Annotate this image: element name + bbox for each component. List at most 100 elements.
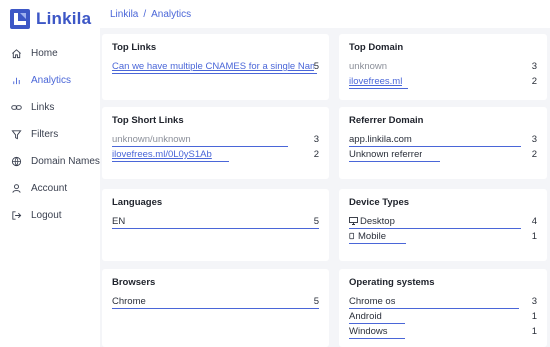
top-domain-card: Top Domain unknown 3 ilovefrees.ml 2: [339, 34, 547, 100]
user-icon: [10, 183, 22, 195]
sidebar-item-label: Filters: [31, 129, 59, 140]
list-item: Android 1: [349, 309, 537, 324]
row-label[interactable]: Can we have multiple CNAMES for a single…: [112, 61, 314, 72]
row-value: 5: [313, 216, 319, 227]
row-share-bar: [112, 307, 319, 309]
card-title: Operating systems: [349, 277, 435, 288]
list-item: Can we have multiple CNAMES for a single…: [112, 59, 319, 74]
desktop-icon: [349, 217, 358, 225]
row-value: 3: [313, 134, 319, 145]
operating-systems-card: Operating systems Chrome os 3 Android 1 …: [339, 269, 547, 347]
sidebar-nav: Home Analytics Links Filters Domain Name…: [0, 40, 100, 229]
sidebar-item-home[interactable]: Home: [0, 40, 100, 67]
card-title: Top Short Links: [112, 115, 184, 126]
top-links-card: Top Links Can we have multiple CNAMES fo…: [102, 34, 329, 100]
row-value: 1: [531, 311, 537, 322]
app-name: Linkila: [36, 9, 92, 28]
sidebar-item-label: Links: [31, 102, 55, 113]
list-item: unknown/unknown 3: [112, 132, 319, 147]
list-item: app.linkila.com 3: [349, 132, 537, 147]
row-share-bar: [112, 227, 319, 229]
list-item: unknown 3: [349, 59, 537, 74]
list-item: Unknown referrer 2: [349, 147, 537, 162]
row-value: 2: [313, 149, 319, 160]
row-label: Desktop: [349, 216, 395, 227]
device-label: Desktop: [360, 216, 395, 227]
breadcrumb-separator: /: [143, 8, 147, 20]
row-value: 5: [313, 296, 319, 307]
row-value: 3: [531, 296, 537, 307]
list-item: Chrome 5: [112, 294, 319, 309]
row-label[interactable]: ilovefrees.ml/0L0yS1Ab: [112, 149, 212, 160]
breadcrumb: Linkila / Analytics: [100, 0, 550, 28]
list-item: ilovefrees.ml/0L0yS1Ab 2: [112, 147, 319, 162]
card-title: Top Links: [112, 42, 157, 53]
row-label: unknown: [349, 61, 388, 72]
referrer-domain-card: Referrer Domain app.linkila.com 3 Unknow…: [339, 107, 547, 179]
top-short-links-card: Top Short Links unknown/unknown 3 ilovef…: [102, 107, 329, 179]
sidebar-item-label: Domain Names: [31, 156, 100, 167]
brand-logo[interactable]: Linkila: [10, 6, 91, 32]
row-value: 3: [531, 134, 537, 145]
row-share-bar: [112, 72, 317, 74]
list-item: Chrome os 3: [349, 294, 537, 309]
row-value: 5: [313, 61, 319, 72]
row-value: 3: [531, 61, 537, 72]
browsers-card: Browsers Chrome 5: [102, 269, 329, 347]
row-label: Android: [349, 311, 382, 322]
home-icon: [10, 48, 22, 60]
sidebar-item-filters[interactable]: Filters: [0, 121, 100, 148]
card-title: Browsers: [112, 277, 156, 288]
row-value: 2: [531, 149, 537, 160]
sidebar-item-links[interactable]: Links: [0, 94, 100, 121]
list-item: Windows 1: [349, 324, 537, 339]
list-item: Desktop 4: [349, 214, 537, 229]
sidebar-item-logout[interactable]: Logout: [0, 202, 100, 229]
row-share-bar: [349, 160, 440, 162]
sidebar-item-label: Logout: [31, 210, 62, 221]
row-label: EN: [112, 216, 126, 227]
list-item: ilovefrees.ml 2: [349, 74, 537, 89]
card-title: Referrer Domain: [349, 115, 424, 126]
logout-icon: [10, 210, 22, 222]
card-title: Languages: [112, 197, 163, 208]
row-label: Windows: [349, 326, 388, 337]
row-label: Unknown referrer: [349, 149, 423, 160]
sidebar-item-label: Account: [31, 183, 68, 194]
sidebar: Linkila Home Analytics Links Filters Dom…: [0, 0, 100, 347]
device-types-card: Device Types Desktop 4 Mobile 1: [339, 189, 547, 261]
card-title: Device Types: [349, 197, 410, 208]
sidebar-item-label: Home: [31, 48, 58, 59]
card-title: Top Domain: [349, 42, 404, 53]
globe-icon: [10, 156, 22, 168]
row-value: 1: [531, 326, 537, 337]
row-label: unknown/unknown: [112, 134, 191, 145]
list-item: Mobile 1: [349, 229, 537, 244]
sidebar-item-analytics[interactable]: Analytics: [0, 67, 100, 94]
sidebar-item-domain-names[interactable]: Domain Names: [0, 148, 100, 175]
sidebar-item-label: Analytics: [31, 75, 72, 86]
languages-card: Languages EN 5: [102, 189, 329, 261]
row-label: Chrome os: [349, 296, 396, 307]
link-icon: [10, 102, 22, 114]
mobile-icon: [349, 232, 355, 240]
row-value: 1: [531, 231, 537, 242]
row-label[interactable]: ilovefrees.ml: [349, 76, 402, 87]
row-share-bar: [349, 337, 405, 339]
sidebar-item-account[interactable]: Account: [0, 175, 100, 202]
row-value: 4: [531, 216, 537, 227]
breadcrumb-root[interactable]: Linkila: [110, 9, 138, 20]
breadcrumb-current: Analytics: [151, 8, 192, 20]
row-share-bar: [349, 87, 408, 89]
row-share-bar: [349, 242, 406, 244]
row-value: 2: [531, 76, 537, 87]
row-label: Chrome: [112, 296, 146, 307]
list-item: EN 5: [112, 214, 319, 229]
row-label: app.linkila.com: [349, 134, 412, 145]
filter-icon: [10, 129, 22, 141]
row-share-bar: [112, 160, 229, 162]
row-label: Mobile: [349, 231, 386, 242]
linkila-logo-icon: [10, 9, 30, 29]
analytics-icon: [10, 75, 22, 87]
device-label: Mobile: [358, 231, 386, 242]
